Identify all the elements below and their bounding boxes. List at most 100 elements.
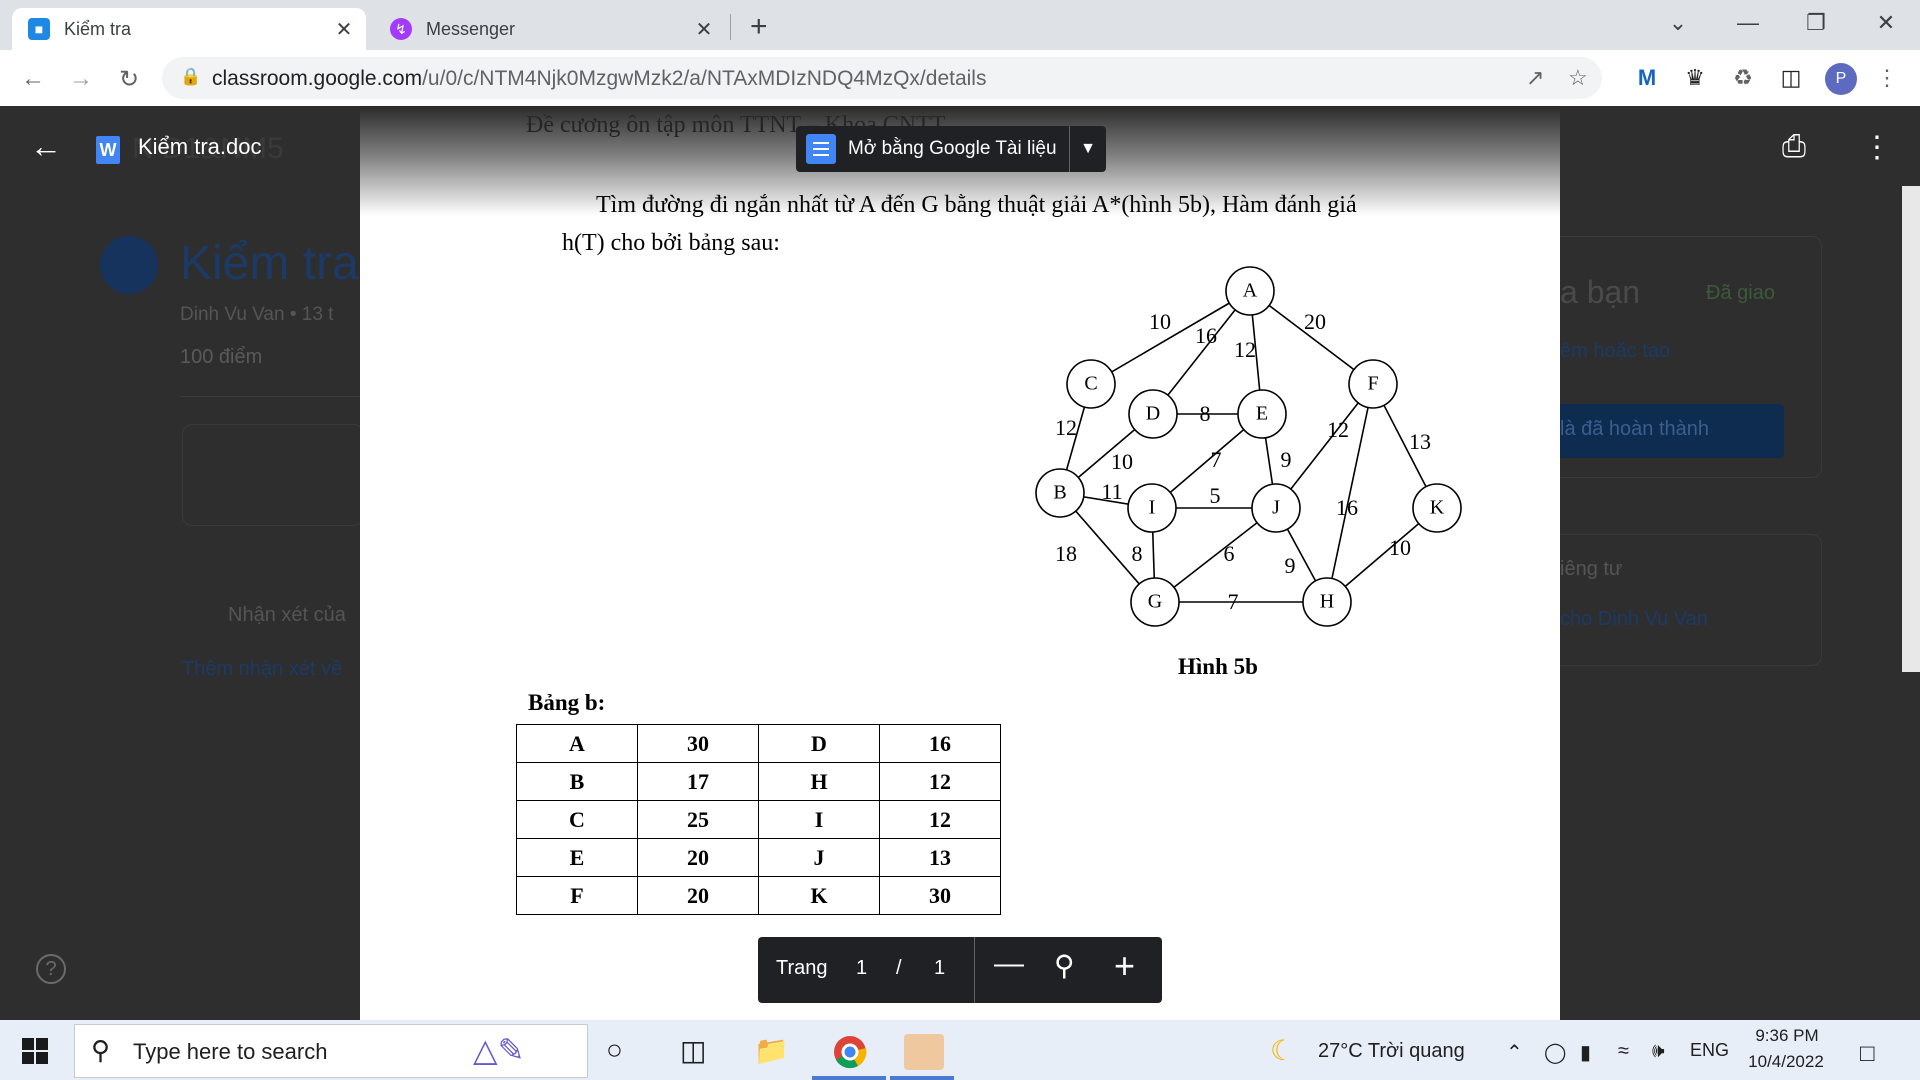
graph-node-label: D bbox=[1146, 403, 1160, 425]
table-cell: 20 bbox=[637, 838, 759, 877]
reload-button[interactable]: ↻ bbox=[112, 62, 146, 96]
language-indicator[interactable]: ENG bbox=[1690, 1040, 1729, 1061]
zoom-in-button[interactable]: + bbox=[1114, 945, 1135, 987]
bg-title: Kiểm tra bbox=[180, 237, 359, 290]
word-file-icon: W bbox=[96, 136, 120, 164]
task-view-icon[interactable]: ◫ bbox=[680, 1034, 706, 1067]
edge-weight-label: 10 bbox=[1389, 535, 1411, 560]
bookmark-star-icon[interactable]: ☆ bbox=[1568, 65, 1588, 91]
current-page[interactable]: 1 bbox=[856, 957, 867, 980]
forward-button[interactable]: → bbox=[64, 62, 98, 96]
back-button[interactable]: ← bbox=[16, 62, 50, 96]
table-cell: 16 bbox=[879, 724, 1001, 763]
close-window-button[interactable]: ✕ bbox=[1866, 10, 1906, 36]
weather-text[interactable]: 27°C Trời quang bbox=[1318, 1040, 1465, 1063]
tab-kiem-tra[interactable]: ■ Kiểm tra ✕ bbox=[12, 8, 366, 50]
open-with-google-docs-button[interactable]: Mở bằng Google Tài liệu ▼ bbox=[796, 126, 1106, 172]
address-bar[interactable]: 🔒 classroom.google.com/u/0/c/NTM4Njk0Mzg… bbox=[162, 57, 1602, 99]
meet-now-icon[interactable]: ◯ bbox=[1544, 1040, 1566, 1065]
extension-m-icon[interactable]: M bbox=[1632, 63, 1662, 93]
wifi-icon[interactable]: ≈ bbox=[1618, 1040, 1629, 1063]
share-icon[interactable]: ↗ bbox=[1526, 65, 1544, 91]
close-tab-icon[interactable]: ✕ bbox=[332, 17, 356, 42]
edge-weight-label: 20 bbox=[1304, 309, 1326, 334]
print-icon[interactable]: ⎙ bbox=[1782, 130, 1806, 164]
more-options-icon[interactable]: ⋮ bbox=[1862, 130, 1892, 165]
bg-add-comment[interactable]: Thêm nhận xét về bbox=[182, 658, 342, 681]
notifications-icon[interactable]: □ bbox=[1860, 1040, 1875, 1068]
back-arrow-icon[interactable]: ← bbox=[30, 128, 62, 165]
help-icon[interactable]: ? bbox=[36, 954, 66, 984]
show-hidden-icons-chevron-icon[interactable]: ⌃ bbox=[1506, 1040, 1523, 1065]
graph-weights: 10 16 12 20 12 8 10 7 9 12 13 16 11 5 18 8 6 9 7 10 bbox=[1055, 309, 1431, 614]
table-cell: J bbox=[758, 838, 880, 877]
table-row: F 20 K 30 bbox=[516, 876, 1001, 915]
scrollbar[interactable] bbox=[1902, 186, 1920, 672]
private-comments-card bbox=[1540, 534, 1822, 666]
edge-weight-label: 10 bbox=[1149, 309, 1171, 334]
tab-search-chevron-icon[interactable]: ⌄ bbox=[1658, 10, 1698, 36]
messenger-icon: ↯ bbox=[390, 18, 412, 40]
divider bbox=[974, 937, 975, 1003]
url-text[interactable]: classroom.google.com/u/0/c/NTM4Njk0MzgwM… bbox=[212, 67, 986, 91]
battery-icon[interactable]: ▮ bbox=[1580, 1040, 1591, 1065]
attachment-card[interactable] bbox=[182, 424, 364, 526]
chrome-taskbar-icon[interactable] bbox=[830, 1034, 870, 1077]
graph-node-label: I bbox=[1149, 497, 1156, 519]
heuristic-table: A 30 D 16 B 17 H 12 C 25 I 12 E 20 J 13 F 20 K 30 bbox=[516, 724, 1001, 915]
minimize-button[interactable]: — bbox=[1728, 10, 1768, 36]
table-cell: B bbox=[516, 762, 638, 801]
lock-icon: 🔒 bbox=[180, 67, 202, 86]
table-row: C 25 I 12 bbox=[516, 800, 1001, 839]
bg-comments-label: Nhận xét của bbox=[228, 604, 346, 626]
cortana-icon[interactable]: ○ bbox=[606, 1034, 623, 1066]
graph-node-label: B bbox=[1053, 482, 1066, 504]
bg-add-create[interactable]: êm hoặc tạo bbox=[1560, 340, 1670, 363]
edge-weight-label: 16 bbox=[1195, 323, 1217, 348]
tab-title: Messenger bbox=[426, 18, 516, 39]
new-tab-button[interactable]: + bbox=[750, 10, 768, 44]
search-highlight-icon: △✎ bbox=[473, 1032, 525, 1068]
app-avatar-icon[interactable] bbox=[904, 1034, 944, 1070]
clock-time[interactable]: 9:36 PM bbox=[1752, 1026, 1822, 1046]
page-separator: / bbox=[896, 957, 902, 979]
bg-your-work: a bạn bbox=[1560, 274, 1641, 310]
tab-messenger[interactable]: ↯ Messenger ✕ bbox=[374, 8, 726, 50]
chrome-menu-icon[interactable]: ⋮ bbox=[1872, 63, 1902, 93]
edge-weight-label: 8 bbox=[1132, 541, 1143, 566]
taskbar-search[interactable]: ⚲ Type here to search △✎ bbox=[74, 1024, 588, 1078]
dropdown-caret-icon[interactable]: ▼ bbox=[1069, 126, 1106, 172]
edge-weight-label: 5 bbox=[1210, 483, 1221, 508]
table-cell: F bbox=[516, 876, 638, 915]
edge-weight-label: 9 bbox=[1285, 553, 1296, 578]
viewer-file-name: Kiểm tra.doc bbox=[138, 134, 262, 159]
extensions-puzzle-icon[interactable]: ♻ bbox=[1728, 63, 1758, 93]
profile-avatar[interactable]: P bbox=[1825, 63, 1857, 95]
tab-strip: ■ Kiểm tra ✕ ↯ Messenger ✕ + ⌄ — ❐ ✕ bbox=[0, 0, 1920, 50]
windows-start-icon[interactable] bbox=[22, 1038, 48, 1064]
bg-private: iêng tư bbox=[1560, 558, 1623, 580]
search-placeholder: Type here to search bbox=[133, 1039, 328, 1064]
bg-assigned: Đã giao bbox=[1706, 282, 1775, 304]
restore-button[interactable]: ❐ bbox=[1796, 10, 1836, 36]
clock-date[interactable]: 10/4/2022 bbox=[1746, 1052, 1826, 1072]
divider bbox=[180, 396, 360, 397]
table-row: B 17 H 12 bbox=[516, 762, 1001, 801]
side-panel-icon[interactable]: ◫ bbox=[1776, 63, 1806, 93]
table-cell: 12 bbox=[879, 762, 1001, 801]
zoom-icon[interactable]: ⚲ bbox=[1054, 949, 1075, 982]
file-explorer-icon[interactable]: 📁 bbox=[754, 1034, 789, 1067]
edge-weight-label: 7 bbox=[1228, 589, 1239, 614]
close-tab-icon[interactable]: ✕ bbox=[692, 17, 716, 42]
edge-weight-label: 18 bbox=[1055, 541, 1077, 566]
volume-icon[interactable]: 🕪 bbox=[1652, 1040, 1665, 1063]
zoom-out-button[interactable]: — bbox=[994, 947, 1024, 981]
table-cell: C bbox=[516, 800, 638, 839]
edge-weight-label: 12 bbox=[1327, 417, 1349, 442]
figure-caption: Hình 5b bbox=[1178, 654, 1258, 679]
graph-node-label: E bbox=[1256, 403, 1268, 425]
bg-private-to[interactable]: cho Dinh Vu Van bbox=[1560, 608, 1708, 631]
extension-cat-icon[interactable]: ♛ bbox=[1680, 63, 1710, 93]
mark-done-button[interactable]: là đã hoàn thành bbox=[1540, 404, 1784, 458]
active-app-indicator bbox=[812, 1076, 886, 1080]
